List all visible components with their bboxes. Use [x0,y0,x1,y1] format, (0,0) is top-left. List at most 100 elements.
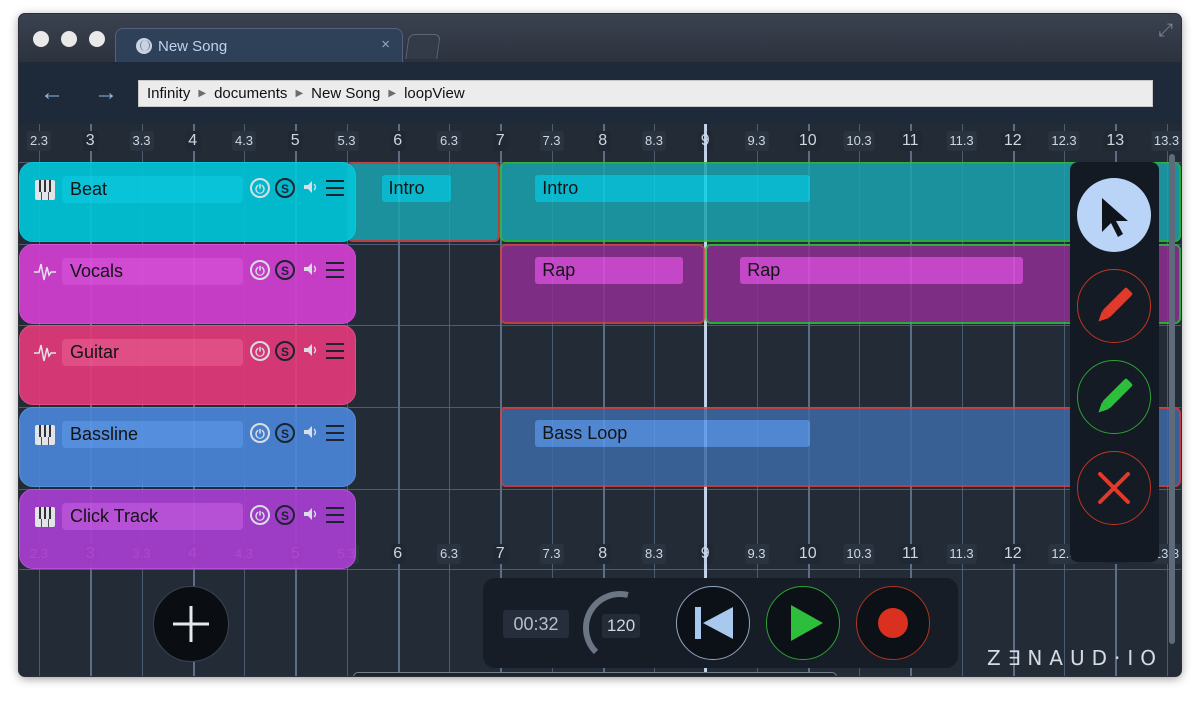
ruler-tick-top[interactable]: 3.3 [129,131,154,151]
ruler-tick-bottom[interactable]: 10.3 [843,544,875,564]
fullscreen-icon[interactable]: ⤢ [1159,20,1173,41]
ruler-tick-top[interactable]: 5 [287,131,303,151]
record-button[interactable] [856,586,930,660]
arranger-area[interactable]: 2.32.3333.33.3444.34.3555.35.3666.36.377… [19,124,1181,676]
ruler-tick-bottom[interactable]: 11.3 [946,544,977,564]
power-icon[interactable]: ⏻ [250,341,270,361]
ruler-tick-bottom[interactable]: 11 [898,544,922,564]
speaker-icon[interactable] [301,341,321,361]
tab-close-icon[interactable]: × [381,36,390,53]
ruler-tick-top[interactable]: 2.3 [26,131,52,151]
ruler-tick-top[interactable]: 13.3 [1150,131,1181,151]
ruler-tick-top[interactable]: 8.3 [641,131,667,151]
hamburger-menu-icon[interactable] [326,507,344,523]
ruler-tick-top[interactable]: 4 [185,131,201,151]
power-icon[interactable]: ⏻ [250,260,270,280]
solo-icon[interactable]: S [275,505,295,525]
rewind-icon [695,607,733,639]
track-header-bassline[interactable]: Bassline ⏻ S [19,407,356,487]
delete-tool[interactable] [1077,451,1151,525]
region[interactable]: Rap [500,244,706,324]
rewind-button[interactable] [676,586,750,660]
ruler-tick-top[interactable]: 12 [1000,131,1025,151]
piano-keys-icon [34,424,56,446]
green-pencil-tool[interactable] [1077,360,1151,434]
ruler-tick-bottom[interactable]: 9.3 [744,544,769,564]
select-tool[interactable] [1077,178,1151,252]
time-display: 00:32 [503,610,569,638]
hamburger-menu-icon[interactable] [326,262,344,278]
breadcrumb-item-infinity[interactable]: Infinity [147,85,190,102]
ruler-tick-top[interactable]: 13 [1103,131,1128,151]
breadcrumb[interactable]: Infinity ▶ documents ▶ New Song ▶ loopVi… [138,80,1153,107]
speaker-icon[interactable] [301,260,321,280]
track-header-guitar[interactable]: Guitar ⏻ S [19,325,356,405]
ruler-tick-top[interactable]: 6 [390,131,406,151]
power-icon[interactable]: ⏻ [250,505,270,525]
ruler-tick-bottom[interactable]: 7 [492,544,508,564]
ruler-tick-bottom[interactable]: 8 [595,544,611,564]
vertical-scrollbar[interactable] [1169,154,1175,644]
app-window: New Song × ⤢ ← → Infinity ▶ documents ▶ … [19,14,1181,676]
track-name[interactable]: Click Track [62,503,243,530]
ruler-tick-top[interactable]: 4.3 [231,131,257,151]
hamburger-menu-icon[interactable] [326,425,344,441]
ruler-tick-top[interactable]: 7.3 [539,131,564,151]
solo-icon[interactable]: S [275,341,295,361]
play-button[interactable] [766,586,840,660]
speaker-icon[interactable] [301,178,321,198]
hamburger-menu-icon[interactable] [326,343,344,359]
ruler-tick-top[interactable]: 3 [82,131,98,151]
ruler-tick-top[interactable]: 12.3 [1048,131,1080,151]
breadcrumb-item-documents[interactable]: documents [214,85,287,102]
track-header-beat[interactable]: Beat ⏻ S [19,162,356,242]
track-header-click-track[interactable]: Click Track ⏻ S [19,489,356,569]
ruler-tick-top[interactable]: 6.3 [436,131,462,151]
power-icon[interactable]: ⏻ [250,178,270,198]
red-pencil-tool[interactable] [1077,269,1151,343]
new-tab-button[interactable] [405,34,441,59]
hamburger-menu-icon[interactable] [326,180,344,196]
breadcrumb-item-new-song[interactable]: New Song [311,85,380,102]
tab-title: New Song [158,38,228,55]
solo-icon[interactable]: S [275,178,295,198]
add-track-button[interactable] [153,586,229,662]
ruler-tick-top[interactable]: 7 [492,131,508,151]
ruler-tick-top[interactable]: 8 [595,131,611,151]
navigation-bar: ← → Infinity ▶ documents ▶ New Song ▶ lo… [19,62,1181,124]
speaker-icon[interactable] [301,423,321,443]
track-name[interactable]: Vocals [62,258,243,285]
ruler-tick-top[interactable]: 11 [898,131,922,151]
track-name[interactable]: Guitar [62,339,243,366]
power-icon[interactable]: ⏻ [250,423,270,443]
ruler-tick-bottom[interactable]: 10 [795,544,820,564]
solo-icon[interactable]: S [275,423,295,443]
track-name[interactable]: Bassline [62,421,243,448]
ruler-tick-bottom[interactable]: 7.3 [539,544,564,564]
track-header-vocals[interactable]: Vocals ⏻ S [19,244,356,324]
ruler-tick-top[interactable]: 10 [795,131,820,151]
maximize-window-dot[interactable] [89,31,105,47]
ruler-tick-bottom[interactable]: 8.3 [641,544,667,564]
ruler-tick-top[interactable]: 11.3 [946,131,977,151]
ruler-tick-bottom[interactable]: 6.3 [436,544,462,564]
ruler-tick-top[interactable]: 10.3 [843,131,875,151]
tab-new-song[interactable]: New Song × [115,28,403,63]
tempo-knob[interactable]: 120 [580,588,660,668]
breadcrumb-item-loopview[interactable]: loopView [404,85,465,102]
ruler-tick-top[interactable]: 5.3 [334,131,359,151]
track-name[interactable]: Beat [62,176,243,203]
speaker-icon[interactable] [301,505,321,525]
minimize-window-dot[interactable] [61,31,77,47]
solo-icon[interactable]: S [275,260,295,280]
close-window-dot[interactable] [33,31,49,47]
row-divider [19,569,1181,570]
ruler-tick-top[interactable]: 9.3 [744,131,769,151]
piano-keys-icon [34,506,56,528]
horizontal-scrollbar[interactable] [353,672,837,676]
back-button[interactable]: ← [39,80,65,106]
forward-button[interactable]: → [93,80,119,106]
ruler-tick-bottom[interactable]: 12 [1000,544,1025,564]
region[interactable]: Intro [346,162,501,242]
ruler-tick-bottom[interactable]: 6 [390,544,406,564]
